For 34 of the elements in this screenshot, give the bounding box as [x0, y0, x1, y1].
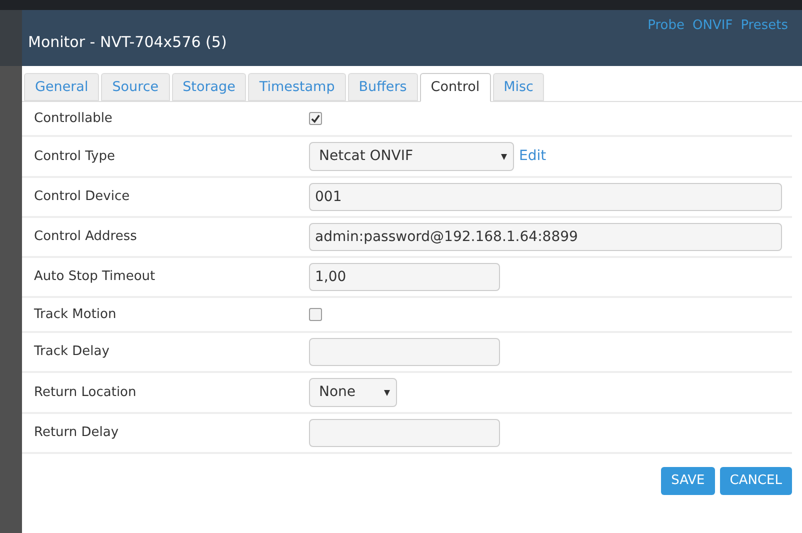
field-label: Auto Stop Timeout: [33, 268, 156, 286]
input-field[interactable]: admin:password@192.168.1.64:8899: [309, 223, 782, 251]
field-label: Controllable: [33, 110, 114, 128]
field-label: Control Type: [33, 148, 116, 166]
input-field[interactable]: [309, 338, 500, 366]
header-link[interactable]: ONVIF: [692, 16, 733, 36]
field-label: Control Address: [33, 228, 138, 246]
input-field[interactable]: 1,00: [309, 263, 500, 291]
checkbox[interactable]: [309, 308, 322, 321]
tab[interactable]: Control: [420, 73, 491, 102]
field-label: Return Delay: [33, 424, 120, 442]
field-label: Track Delay: [33, 343, 110, 362]
tab[interactable]: General: [24, 73, 100, 101]
tab[interactable]: Source: [101, 73, 170, 101]
action-button[interactable]: CANCEL: [720, 467, 792, 495]
header-link[interactable]: Probe: [648, 16, 685, 36]
field-label: Return Location: [33, 384, 138, 402]
tab[interactable]: Misc: [492, 73, 544, 101]
field-label: Control Device: [33, 188, 131, 206]
field-label: Track Motion: [33, 306, 118, 324]
tab[interactable]: Storage: [172, 73, 246, 101]
checkbox[interactable]: [309, 112, 322, 125]
tab[interactable]: Timestamp: [248, 73, 346, 101]
edit-link[interactable]: Edit: [519, 146, 546, 167]
caret-icon: [384, 390, 390, 396]
select-dropdown[interactable]: Netcat ONVIF: [309, 142, 514, 171]
tab[interactable]: Buffers: [348, 73, 418, 101]
input-field[interactable]: [309, 419, 500, 447]
select-dropdown[interactable]: None: [309, 378, 397, 407]
modal-title: Monitor - NVT-704x576 (5): [28, 32, 227, 52]
caret-icon: [501, 154, 507, 160]
action-button[interactable]: SAVE: [661, 467, 715, 495]
input-field[interactable]: 001: [309, 183, 782, 211]
header-link[interactable]: Presets: [740, 16, 788, 36]
